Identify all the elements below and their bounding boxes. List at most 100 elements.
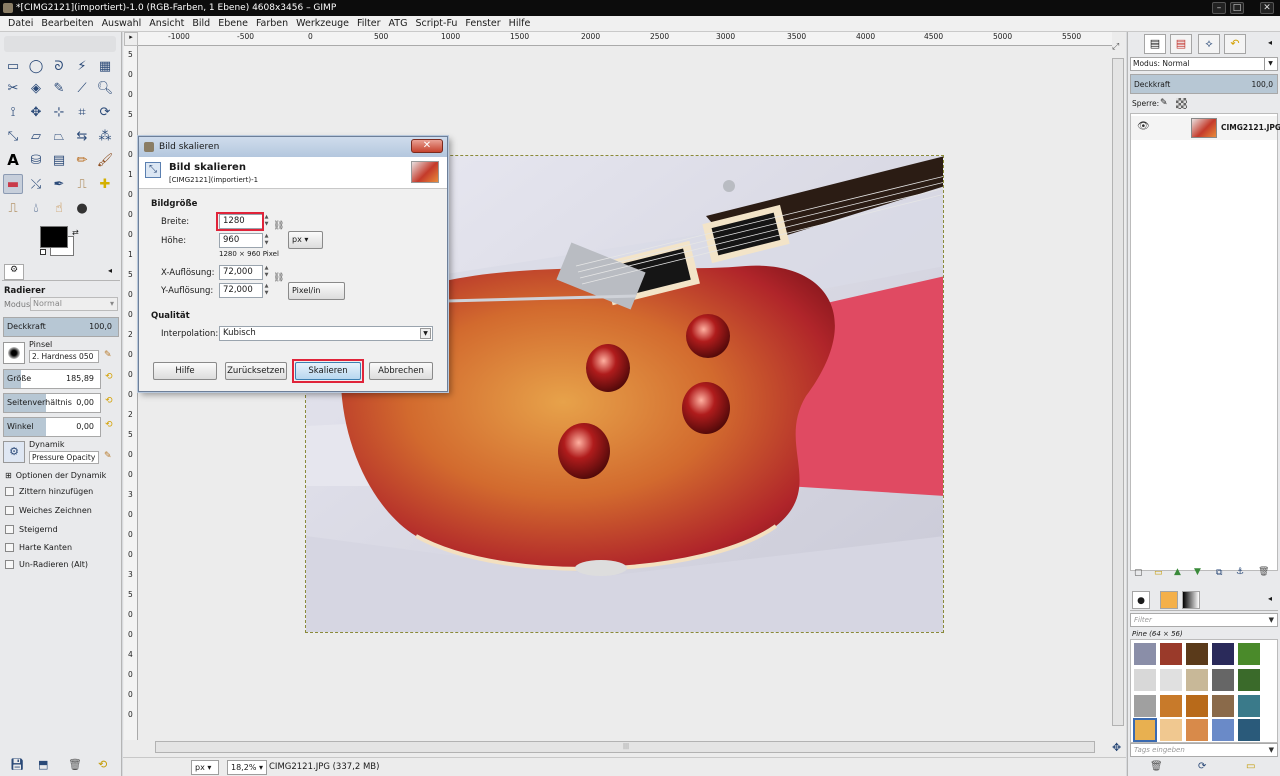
pattern-item[interactable]	[1159, 642, 1183, 666]
dock-menu-icon[interactable]: ◂	[1268, 594, 1272, 603]
reset-aspect-icon[interactable]: ⟲	[105, 396, 113, 406]
maximize-button[interactable]: □	[1230, 2, 1244, 14]
checkbox-box[interactable]	[5, 505, 14, 515]
clone-icon[interactable]: ⎍	[72, 174, 92, 194]
patterns-filter-input[interactable]: Filter ▼	[1130, 613, 1278, 627]
pattern-item[interactable]	[1133, 642, 1157, 666]
zoom-icon[interactable]: 🔍︎	[95, 78, 115, 98]
seitenverhaeltnis-slider[interactable]: Seitenverhältnis 0,00	[3, 393, 101, 413]
patterns-grid[interactable]	[1130, 639, 1278, 743]
cage-transform-icon[interactable]: ⁂	[95, 126, 115, 146]
measure-icon[interactable]: ⟟	[3, 102, 23, 122]
pattern-item[interactable]	[1211, 718, 1235, 742]
save-options-icon[interactable]: 💾︎	[10, 758, 24, 771]
interpolation-select[interactable]: Kubisch ▼	[219, 326, 433, 341]
dynamics-icon[interactable]: ⚙	[3, 441, 25, 463]
pattern-item[interactable]	[1211, 694, 1235, 718]
hoehe-input[interactable]: 960	[219, 233, 263, 248]
brushes-tab-icon[interactable]: ●	[1132, 591, 1150, 609]
channels-tab-icon[interactable]: ▤	[1170, 34, 1192, 54]
edit-dynamics-icon[interactable]: ✎	[104, 451, 112, 461]
cancel-button[interactable]: Abbrechen	[369, 362, 433, 380]
undo-tab-icon[interactable]: ↶	[1224, 34, 1246, 54]
lock-pixels-icon[interactable]: ✎	[1160, 98, 1168, 108]
quick-mask-corner[interactable]: ▸	[124, 32, 138, 46]
anchor-layer-icon[interactable]: ⚓	[1236, 567, 1244, 577]
pattern-item[interactable]	[1211, 642, 1235, 666]
pattern-item[interactable]	[1237, 642, 1261, 666]
menu-auswahl[interactable]: Auswahl	[98, 16, 146, 31]
open-pattern-icon[interactable]: ▭	[1246, 761, 1255, 772]
groesse-slider[interactable]: Größe 185,89	[3, 369, 101, 389]
pattern-item[interactable]	[1185, 668, 1209, 692]
bucket-fill-icon[interactable]: ⛁	[26, 150, 46, 170]
res-unit-select[interactable]: Pixel/in	[288, 282, 345, 300]
menu-fenster[interactable]: Fenster	[461, 16, 504, 31]
menu-datei[interactable]: Datei	[4, 16, 37, 31]
heal-icon[interactable]: ✚	[95, 174, 115, 194]
paintbrush-icon[interactable]: 🖌︎	[95, 150, 115, 170]
raise-layer-icon[interactable]: ▲	[1174, 567, 1181, 577]
blur-icon[interactable]: 💧︎	[26, 198, 46, 218]
ink-icon[interactable]: ✒	[49, 174, 69, 194]
pattern-item[interactable]	[1185, 642, 1209, 666]
unit-select[interactable]: px ▾	[191, 760, 219, 775]
horizontal-scrollbar[interactable]: |||	[155, 741, 1095, 753]
pattern-item[interactable]	[1159, 668, 1183, 692]
dialog-titlebar[interactable]: Bild skalieren ✕	[139, 137, 447, 157]
tags-input[interactable]: Tags eingeben ▼	[1130, 743, 1278, 757]
layer-mode-select[interactable]: Modus: Normal ▼	[1130, 57, 1278, 71]
hoehe-stepper[interactable]: ▲ ▼	[263, 233, 270, 248]
pattern-item[interactable]	[1185, 718, 1209, 742]
checkbox-harte-kanten[interactable]: Harte Kanten	[5, 540, 72, 554]
scissors-select-icon[interactable]: ✂	[3, 78, 23, 98]
menu-script-fu[interactable]: Script-Fu	[411, 16, 461, 31]
checkbox-box[interactable]	[5, 524, 14, 534]
paths-tab-icon[interactable]: ⟡	[1198, 34, 1220, 54]
gradients-tab-icon[interactable]	[1182, 591, 1200, 609]
checkbox-steigernd[interactable]: Steigernd	[5, 522, 58, 536]
align-icon[interactable]: ⊹	[49, 102, 69, 122]
checkbox-box[interactable]	[5, 542, 14, 552]
paths-icon[interactable]: ✎	[49, 78, 69, 98]
xres-input[interactable]: 72,000	[219, 265, 263, 280]
menu-bild[interactable]: Bild	[188, 16, 214, 31]
checkbox-box[interactable]	[5, 559, 14, 569]
pencil-icon[interactable]: ✏	[72, 150, 92, 170]
perspective-clone-icon[interactable]: ⎍	[3, 198, 23, 218]
refresh-patterns-icon[interactable]: ⟳	[1198, 761, 1206, 772]
shear-icon[interactable]: ▱	[26, 126, 46, 146]
brush-preview-icon[interactable]	[3, 342, 25, 364]
text-tool-icon[interactable]: A	[3, 150, 23, 170]
rotate-icon[interactable]: ⟳	[95, 102, 115, 122]
layer-row[interactable]: 👁︎ CIMG2121.JPG	[1131, 116, 1280, 140]
edit-brush-icon[interactable]: ✎	[104, 350, 112, 360]
ellipse-select-icon[interactable]: ◯	[26, 56, 46, 76]
restore-options-icon[interactable]: ⬒	[38, 758, 48, 771]
modus-select[interactable]: Normal ▾	[30, 297, 118, 311]
perspective-icon[interactable]: ⏢	[49, 126, 69, 146]
reset-size-icon[interactable]: ⟲	[105, 372, 113, 382]
layer-opacity-slider[interactable]: Deckkraft 100,0	[1130, 74, 1278, 94]
menu-bearbeiten[interactable]: Bearbeiten	[37, 16, 97, 31]
chain-link-icon[interactable]: ⛓	[273, 221, 284, 231]
checkbox-box[interactable]	[5, 486, 14, 496]
zoom-select[interactable]: 18,2% ▾	[227, 760, 267, 775]
new-layer-group-icon[interactable]: ▭	[1154, 568, 1163, 578]
airbrush-icon[interactable]: ⤯	[26, 174, 46, 194]
move-icon[interactable]: ✥	[26, 102, 46, 122]
eye-visibility-icon[interactable]: 👁︎	[1137, 121, 1150, 132]
tab-menu-icon[interactable]: ◂	[108, 266, 112, 275]
crop-icon[interactable]: ⌗	[72, 102, 92, 122]
scale-icon[interactable]: ⤡	[3, 126, 23, 146]
winkel-slider[interactable]: Winkel 0,00	[3, 417, 101, 437]
dynamik-value[interactable]: Pressure Opacity	[29, 451, 99, 464]
pattern-item[interactable]	[1159, 718, 1183, 742]
chain-link-res-icon[interactable]: ⛓	[273, 273, 284, 283]
minimize-button[interactable]: –	[1212, 2, 1226, 14]
color-select-icon[interactable]: ▦	[95, 56, 115, 76]
foreground-color-swatch[interactable]	[40, 226, 68, 248]
swap-colors-icon[interactable]: ⇄	[72, 228, 79, 237]
smudge-icon[interactable]: ☝	[49, 198, 69, 218]
yres-input[interactable]: 72,000	[219, 283, 263, 298]
